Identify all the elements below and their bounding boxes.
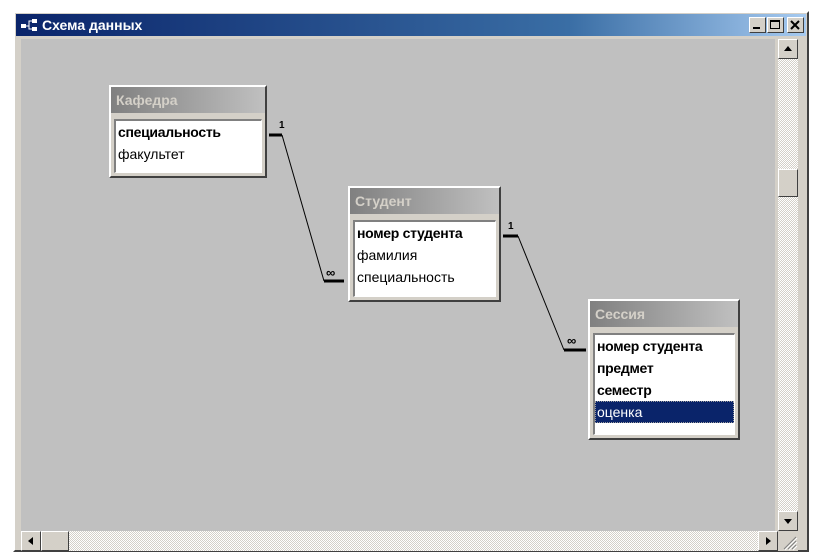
field-list[interactable]: номер студента фамилия специальность <box>353 220 496 297</box>
window-title: Схема данных <box>42 17 143 33</box>
arrow-left-icon <box>28 537 33 545</box>
field-list[interactable]: номер студента предмет семестр оценка <box>593 333 735 435</box>
close-icon <box>790 20 800 30</box>
table-title[interactable]: Сессия <box>590 301 738 327</box>
arrow-down-icon <box>784 519 792 524</box>
maximize-icon <box>770 20 780 29</box>
field-item[interactable]: семестр <box>595 379 734 401</box>
scroll-left-button[interactable] <box>21 531 41 551</box>
minimize-button[interactable] <box>749 17 766 33</box>
horizontal-scrollbar[interactable] <box>21 531 778 551</box>
table-title[interactable]: Кафедра <box>111 87 265 113</box>
field-list[interactable]: специальность факультет <box>114 119 262 173</box>
table-kafedra[interactable]: Кафедра специальность факультет <box>109 85 267 178</box>
field-item-selected[interactable]: оценка <box>595 401 734 423</box>
scroll-down-button[interactable] <box>778 511 798 531</box>
field-item[interactable]: фамилия <box>355 244 495 266</box>
many-marker: ∞ <box>326 265 335 280</box>
table-session[interactable]: Сессия номер студента предмет семестр оц… <box>588 299 740 440</box>
field-item[interactable]: номер студента <box>355 222 495 244</box>
horizontal-scroll-thumb[interactable] <box>41 531 69 551</box>
field-item[interactable]: специальность <box>355 266 495 288</box>
many-marker: ∞ <box>567 333 576 348</box>
minimize-icon <box>753 27 760 29</box>
scroll-up-button[interactable] <box>778 39 798 59</box>
field-item[interactable]: специальность <box>116 121 261 143</box>
table-student[interactable]: Студент номер студента фамилия специальн… <box>348 186 501 302</box>
arrow-right-icon <box>766 537 771 545</box>
diagram-area[interactable]: 1 ∞ 1 ∞ Кафедра специальность факультет … <box>21 39 775 531</box>
field-item[interactable]: факультет <box>116 143 261 165</box>
close-button[interactable] <box>787 17 804 33</box>
resize-grip[interactable] <box>778 531 798 551</box>
scroll-right-button[interactable] <box>758 531 778 551</box>
vertical-scrollbar[interactable] <box>778 39 798 531</box>
maximize-button[interactable] <box>767 17 784 33</box>
table-title[interactable]: Студент <box>350 188 499 214</box>
relationships-icon <box>21 19 37 31</box>
arrow-up-icon <box>784 46 792 51</box>
one-marker: 1 <box>279 120 285 131</box>
field-item[interactable]: предмет <box>595 357 734 379</box>
resize-grip-icon <box>783 536 798 551</box>
title-bar[interactable]: Схема данных <box>16 14 806 36</box>
vertical-scroll-thumb[interactable] <box>778 169 798 197</box>
one-marker: 1 <box>508 221 514 232</box>
relationships-window: Схема данных 1 ∞ 1 ∞ Кафедра специальнос… <box>13 11 809 552</box>
field-item[interactable]: номер студента <box>595 335 734 357</box>
